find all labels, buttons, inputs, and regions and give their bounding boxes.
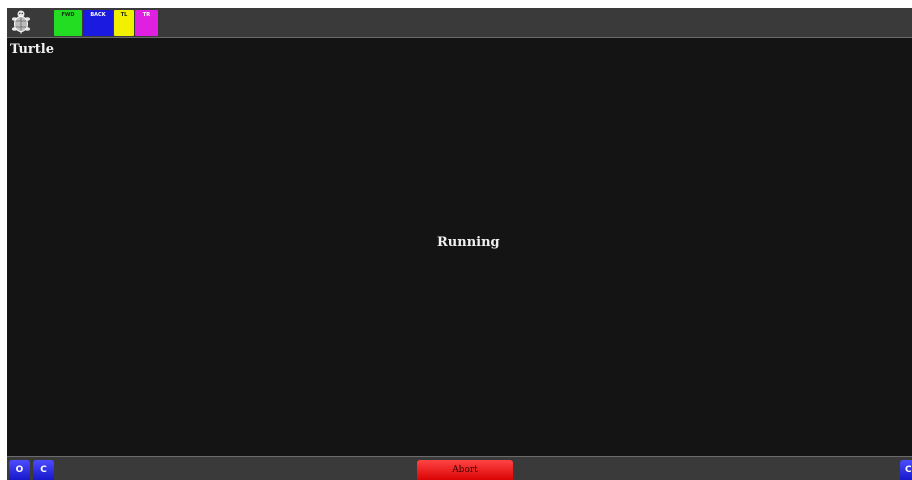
turtle-icon[interactable] <box>10 9 32 36</box>
stage-title: Turtle <box>10 42 54 57</box>
c-button-right[interactable]: C <box>900 460 912 480</box>
back-block[interactable]: BACK <box>83 10 113 36</box>
status-text: Running <box>437 235 500 250</box>
c-button[interactable]: C <box>33 460 54 480</box>
fwd-block[interactable]: FWD <box>54 10 82 36</box>
app-window: FWD BACK TL TR Turtle Running O C Abort … <box>7 8 912 480</box>
abort-button[interactable]: Abort <box>417 460 513 480</box>
turn-right-block[interactable]: TR <box>135 10 158 36</box>
toolbar: FWD BACK TL TR <box>7 8 912 38</box>
turn-left-block[interactable]: TL <box>114 10 134 36</box>
bottom-bar: O C Abort C <box>7 456 912 480</box>
turtle-stage[interactable]: Turtle Running <box>7 38 912 456</box>
o-button[interactable]: O <box>9 460 30 480</box>
